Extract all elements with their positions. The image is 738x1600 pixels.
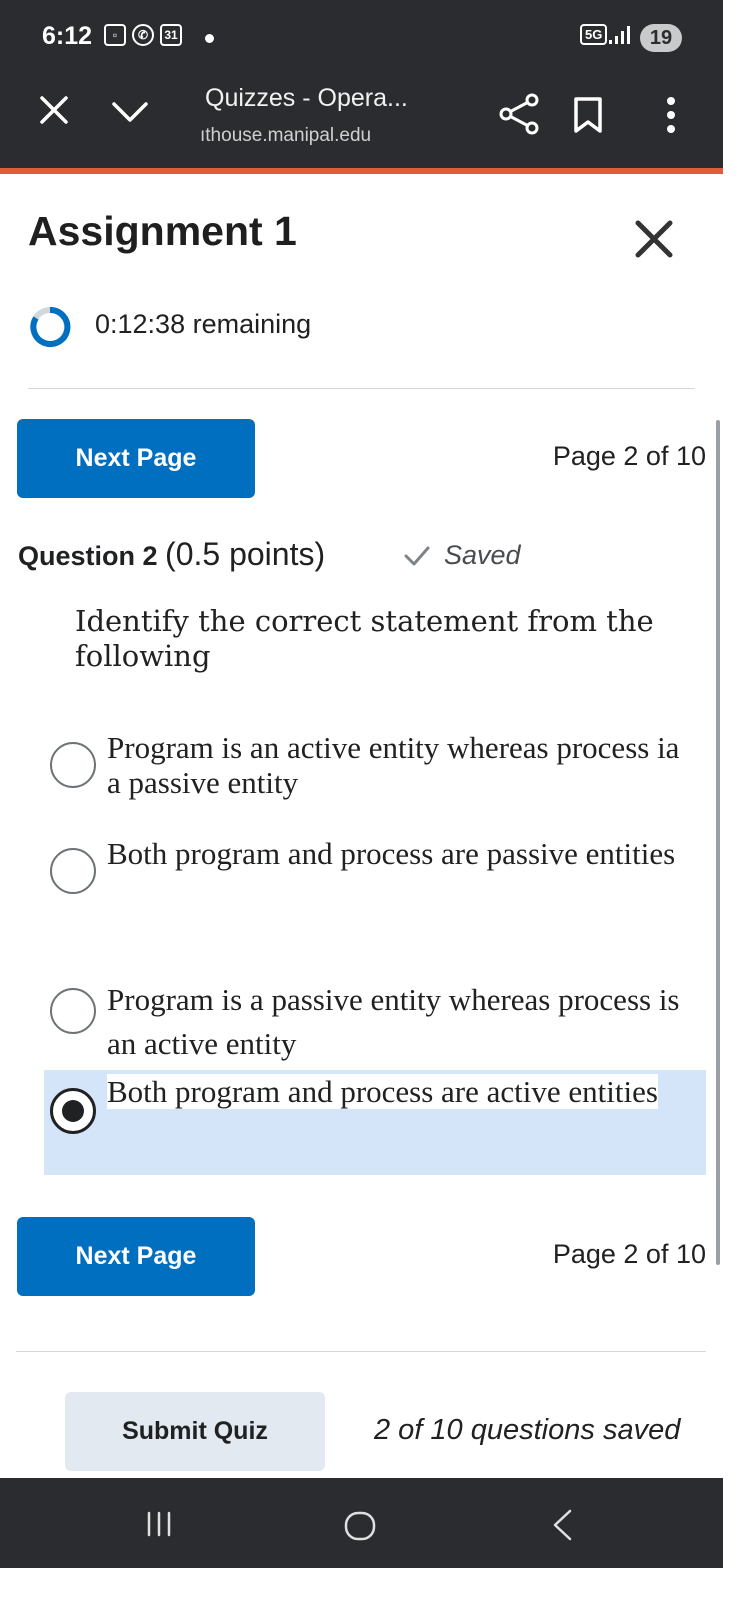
more-options-icon[interactable] (664, 96, 678, 134)
option-label: Both program and process are passive ent… (107, 836, 676, 871)
time-remaining: 0:12:38 remaining (95, 309, 312, 339)
close-icon[interactable] (633, 218, 675, 260)
divider (28, 388, 695, 389)
back-icon[interactable] (550, 1508, 574, 1542)
option-label: Both program and process are active enti… (107, 1074, 658, 1109)
option-label: Program is a passive entity whereas proc… (107, 982, 680, 1061)
divider (16, 1351, 706, 1352)
saved-status: Saved (404, 540, 521, 571)
page-title: Assignment 1 (28, 208, 297, 254)
question-text: Identify the correct statement from the … (75, 604, 654, 673)
whatsapp-icon: ✆ (132, 24, 154, 46)
timer-icon (30, 306, 71, 347)
battery-indicator: 19 (640, 24, 682, 52)
radio-button-checked[interactable] (50, 1088, 96, 1134)
answer-option-3[interactable]: Program is a passive entity whereas proc… (44, 978, 706, 1064)
status-time: 6:12 (42, 22, 93, 50)
status-notification-icons: ▫ ✆ 31 (104, 24, 182, 46)
recent-apps-icon[interactable] (143, 1510, 175, 1538)
close-tab-icon[interactable] (36, 92, 72, 128)
share-icon[interactable] (498, 92, 542, 136)
radio-button[interactable] (50, 848, 96, 894)
saved-label: Saved (444, 540, 521, 570)
browser-chrome: 6:12 ▫ ✆ 31 5G 19 Quizzes - Opera... ıth… (0, 0, 723, 168)
question-number: Question 2 (18, 541, 158, 571)
answer-option-1[interactable]: Program is an active entity whereas proc… (44, 730, 706, 810)
signal-icon (609, 26, 630, 44)
screenshot-icon: ▫ (104, 24, 126, 46)
next-page-button[interactable]: Next Page (17, 419, 255, 498)
checkmark-icon (404, 546, 430, 565)
home-icon[interactable] (343, 1510, 377, 1542)
submit-quiz-button[interactable]: Submit Quiz (65, 1392, 325, 1471)
answer-option-2[interactable]: Both program and process are passive ent… (44, 836, 706, 916)
page-indicator: Page 2 of 10 (552, 441, 706, 471)
browser-tab-title: Quizzes - Opera... (205, 84, 408, 112)
question-points: (0.5 points) (165, 536, 326, 572)
calendar-icon: 31 (160, 24, 182, 46)
page-indicator-bottom: Page 2 of 10 (552, 1239, 706, 1269)
option-label: Program is an active entity whereas proc… (107, 730, 680, 800)
chevron-down-icon[interactable] (108, 96, 152, 126)
next-page-button-bottom[interactable]: Next Page (17, 1217, 255, 1296)
page-load-bar (0, 168, 723, 174)
question-heading: Question 2 (0.5 points) (18, 536, 325, 573)
radio-button[interactable] (50, 988, 96, 1034)
scrollbar[interactable] (716, 420, 720, 1265)
radio-button[interactable] (50, 742, 96, 788)
answer-option-4[interactable]: Both program and process are active enti… (44, 1070, 706, 1175)
questions-saved-count: 2 of 10 questions saved (374, 1414, 681, 1446)
browser-url[interactable]: ıthouse.manipal.edu (200, 125, 371, 147)
network-type: 5G (580, 24, 608, 45)
notification-dot-icon (205, 34, 214, 43)
bookmark-icon[interactable] (573, 96, 603, 134)
